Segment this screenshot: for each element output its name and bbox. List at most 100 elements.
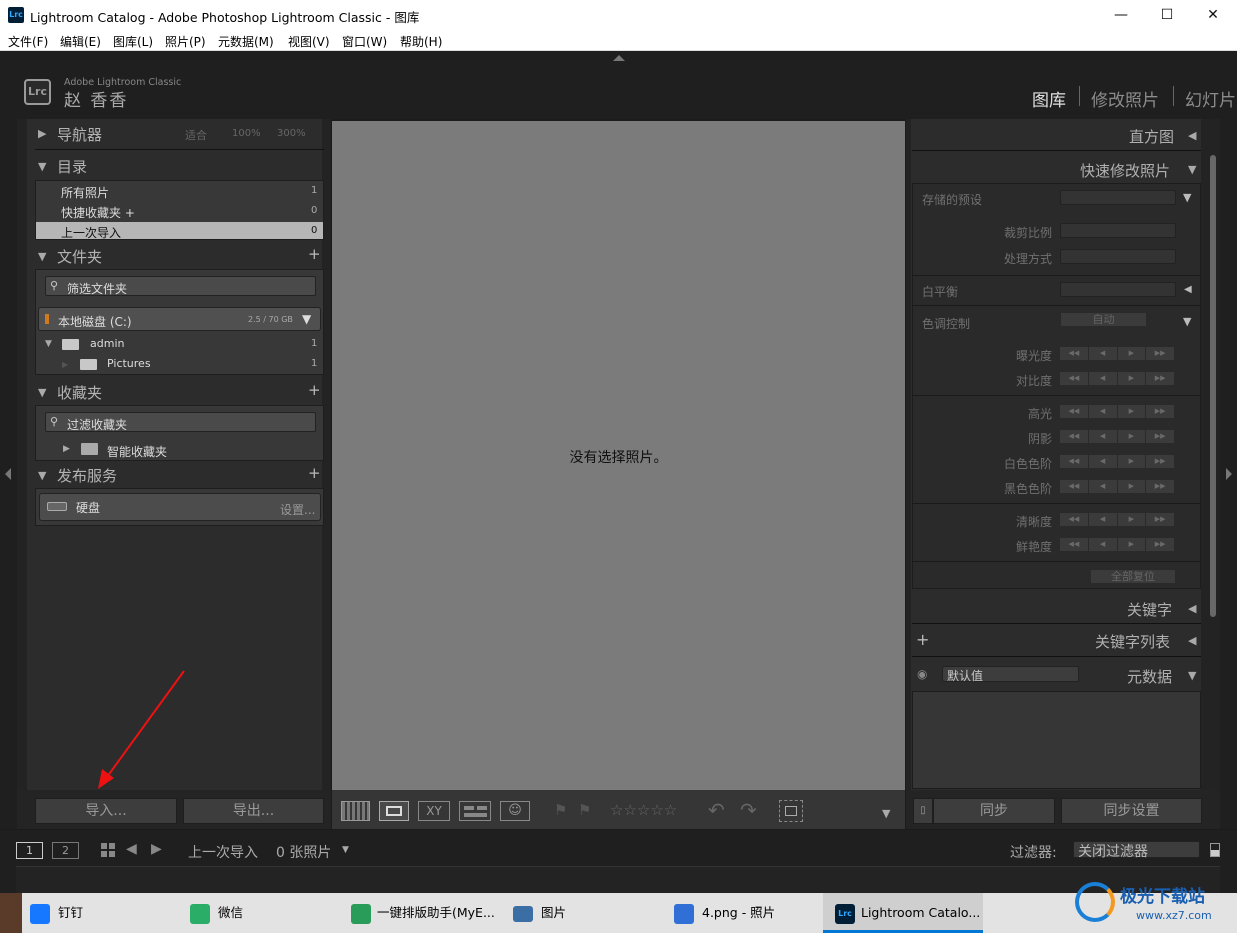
flag-pick-icon[interactable]: ⚑ bbox=[554, 801, 567, 819]
back-arrow-icon[interactable]: ◀ bbox=[126, 841, 137, 857]
rotate-right-icon[interactable]: ↷ bbox=[740, 798, 757, 822]
taskbar-pictures[interactable]: 图片 bbox=[513, 893, 566, 933]
exposure-stepper[interactable]: ◀◀ ◀ ▶ ▶▶ bbox=[1059, 346, 1175, 361]
publish-collapse-icon[interactable]: ▼ bbox=[38, 469, 46, 482]
flag-reject-icon[interactable]: ⚑ bbox=[578, 801, 591, 819]
histogram-expand-icon[interactable]: ◀ bbox=[1188, 129, 1196, 142]
highlights-stepper[interactable]: ◀◀ ◀ ▶ ▶▶ bbox=[1059, 404, 1175, 419]
crop-overlay-icon[interactable] bbox=[779, 800, 803, 822]
blacks-stepper[interactable]: ◀◀ ◀ ▶ ▶▶ bbox=[1059, 479, 1175, 494]
smart-collection[interactable]: 智能收藏夹 bbox=[107, 443, 167, 460]
module-library[interactable]: 图库 bbox=[1032, 86, 1066, 111]
zoom-300[interactable]: 300% bbox=[277, 128, 306, 139]
taskbar-myeditor[interactable]: 一键排版助手(MyE... bbox=[351, 893, 495, 933]
catalog-collapse-icon[interactable]: ▼ bbox=[38, 160, 46, 173]
folders-collapse-icon[interactable]: ▼ bbox=[38, 250, 46, 263]
keyword-list-expand-icon[interactable]: ◀ bbox=[1188, 634, 1196, 647]
loupe-view-icon[interactable] bbox=[379, 801, 409, 821]
clarity-stepper[interactable]: ◀◀ ◀ ▶ ▶▶ bbox=[1059, 512, 1175, 527]
keyword-list-header[interactable]: 关键字列表 bbox=[1095, 631, 1170, 652]
menu-metadata[interactable]: 元数据(M) bbox=[218, 33, 274, 50]
main-window-button[interactable]: 1 bbox=[16, 842, 43, 859]
taskbar-lightroom[interactable]: Lrc Lightroom Catalo... bbox=[835, 893, 980, 933]
close-button[interactable]: ✕ bbox=[1190, 0, 1236, 30]
filmstrip-source[interactable]: 上一次导入 bbox=[188, 842, 258, 862]
keywording-expand-icon[interactable]: ◀ bbox=[1188, 602, 1196, 615]
smart-collection-expand-icon[interactable]: ▶ bbox=[63, 444, 70, 454]
white-balance-select[interactable] bbox=[1060, 282, 1176, 297]
vibrance-stepper[interactable]: ◀◀ ◀ ▶ ▶▶ bbox=[1059, 537, 1175, 552]
collections-collapse-icon[interactable]: ▼ bbox=[38, 386, 46, 399]
folder-admin[interactable]: admin bbox=[90, 337, 124, 350]
people-view-icon[interactable]: ☺ bbox=[500, 801, 530, 821]
add-collection-icon[interactable]: + bbox=[308, 381, 321, 399]
import-button[interactable]: 导入... bbox=[35, 798, 177, 824]
folder-pictures[interactable]: Pictures bbox=[107, 357, 151, 370]
taskbar-photos[interactable]: 4.png - 照片 bbox=[674, 893, 775, 933]
quick-develop-collapse-icon[interactable]: ▼ bbox=[1188, 163, 1196, 176]
menu-file[interactable]: 文件(F) bbox=[8, 33, 48, 50]
taskbar-dingtalk[interactable]: 钉钉 bbox=[30, 893, 83, 933]
catalog-header[interactable]: 目录 bbox=[57, 156, 87, 177]
menu-help[interactable]: 帮助(H) bbox=[400, 33, 442, 50]
hard-drive-setup[interactable]: 设置... bbox=[280, 501, 315, 518]
export-button[interactable]: 导出... bbox=[183, 798, 324, 824]
metadata-collapse-icon[interactable]: ▼ bbox=[1188, 669, 1196, 682]
rotate-left-icon[interactable]: ↶ bbox=[708, 798, 725, 822]
menu-window[interactable]: 窗口(W) bbox=[342, 33, 387, 50]
add-publish-service-icon[interactable]: + bbox=[308, 464, 321, 482]
treatment-select[interactable] bbox=[1060, 249, 1176, 264]
contrast-stepper[interactable]: ◀◀ ◀ ▶ ▶▶ bbox=[1059, 371, 1175, 386]
folder-admin-expand-icon[interactable]: ▼ bbox=[45, 339, 52, 349]
shadows-stepper[interactable]: ◀◀ ◀ ▶ ▶▶ bbox=[1059, 429, 1175, 444]
quick-develop-header[interactable]: 快速修改照片 bbox=[1080, 160, 1170, 181]
filter-lock-icon[interactable] bbox=[1210, 843, 1220, 857]
forward-arrow-icon[interactable]: ▶ bbox=[151, 841, 162, 857]
module-slideshow[interactable]: 幻灯片 bbox=[1185, 86, 1236, 111]
menu-edit[interactable]: 编辑(E) bbox=[60, 33, 101, 50]
catalog-all-photos[interactable]: 所有照片 bbox=[61, 184, 109, 201]
grid-icon[interactable] bbox=[101, 843, 115, 857]
second-window-button[interactable]: 2 bbox=[52, 842, 79, 859]
saved-preset-select[interactable] bbox=[1060, 190, 1176, 205]
right-panel-arrow-icon[interactable] bbox=[1226, 468, 1232, 480]
navigator-header[interactable]: 导航器 bbox=[57, 124, 102, 145]
menu-library[interactable]: 图库(L) bbox=[113, 33, 153, 50]
collections-header[interactable]: 收藏夹 bbox=[57, 382, 102, 403]
crop-ratio-select[interactable] bbox=[1060, 223, 1176, 238]
sync-settings-button[interactable]: 同步设置 bbox=[1061, 798, 1202, 824]
publish-header[interactable]: 发布服务 bbox=[57, 465, 117, 486]
catalog-quick-collection[interactable]: 快捷收藏夹 + bbox=[61, 204, 135, 221]
volume-menu-icon[interactable]: ▼ bbox=[302, 312, 311, 326]
catalog-previous-import[interactable]: 上一次导入 bbox=[61, 224, 121, 241]
grid-view-icon[interactable] bbox=[341, 801, 370, 821]
toolbar-menu-chevron-icon[interactable]: ▼ bbox=[882, 807, 890, 820]
metadata-header[interactable]: 元数据 bbox=[1127, 666, 1172, 687]
module-develop[interactable]: 修改照片 bbox=[1091, 86, 1159, 111]
reset-all-button[interactable]: 全部复位 bbox=[1090, 569, 1176, 584]
navigator-expand-icon[interactable]: ▶ bbox=[38, 127, 46, 140]
auto-sync-toggle[interactable]: ▯ bbox=[913, 798, 933, 824]
compare-view-icon[interactable]: XY bbox=[418, 801, 450, 821]
zoom-fit[interactable]: 适合 bbox=[185, 127, 207, 143]
add-folder-icon[interactable]: + bbox=[308, 245, 321, 263]
folders-header[interactable]: 文件夹 bbox=[57, 246, 102, 267]
histogram-header[interactable]: 直方图 bbox=[1129, 126, 1174, 147]
folder-pictures-expand-icon[interactable]: ▶ bbox=[62, 360, 68, 369]
add-keyword-icon[interactable]: + bbox=[916, 630, 929, 649]
keywording-header[interactable]: 关键字 bbox=[1127, 599, 1172, 620]
saved-preset-collapse-icon[interactable]: ▼ bbox=[1183, 191, 1191, 204]
whites-stepper[interactable]: ◀◀ ◀ ▶ ▶▶ bbox=[1059, 454, 1175, 469]
survey-view-icon[interactable] bbox=[459, 801, 491, 821]
menu-view[interactable]: 视图(V) bbox=[288, 33, 330, 50]
tone-control-collapse-icon[interactable]: ▼ bbox=[1183, 315, 1191, 328]
maximize-button[interactable]: ☐ bbox=[1144, 0, 1190, 30]
star-rating-icon[interactable]: ☆☆☆☆☆ bbox=[610, 801, 677, 819]
auto-tone-button[interactable]: 自动 bbox=[1060, 312, 1147, 327]
white-balance-expand-icon[interactable]: ◀ bbox=[1184, 284, 1192, 295]
zoom-100[interactable]: 100% bbox=[232, 128, 261, 139]
eye-icon[interactable]: ◉ bbox=[917, 667, 927, 681]
sync-button[interactable]: 同步 bbox=[933, 798, 1055, 824]
collapse-top-arrow-icon[interactable] bbox=[613, 55, 625, 61]
left-panel-arrow-icon[interactable] bbox=[5, 468, 11, 480]
